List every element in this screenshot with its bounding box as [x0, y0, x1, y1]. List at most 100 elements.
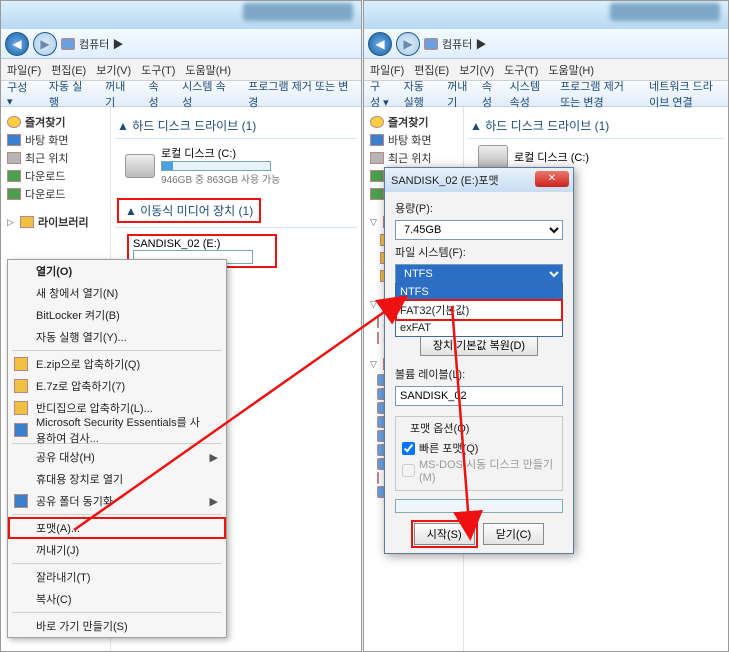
- nav-back-button[interactable]: ◀: [5, 32, 29, 56]
- ctx-open[interactable]: 열기(O): [8, 260, 226, 282]
- library-icon: [20, 216, 34, 228]
- local-disk[interactable]: 로컬 디스크 (C:): [478, 145, 724, 169]
- content-area: ▲ 하드 디스크 드라이브 (1) 로컬 디스크 (C:) SANDISK_02…: [464, 107, 728, 651]
- tool-netdrive[interactable]: 네트워크 드라이브 연결: [649, 78, 722, 110]
- tool-organize[interactable]: 구성 ▾: [7, 79, 35, 108]
- local-disk[interactable]: 로컬 디스크 (C:) 946GB 중 863GB 사용 가능: [125, 145, 357, 186]
- tool-eject[interactable]: 꺼내기: [105, 78, 134, 110]
- right-window: ◀ ▶ 컴퓨터 ▶ 파일(F) 편집(E) 보기(V) 도구(T) 도움말(H)…: [363, 0, 729, 652]
- menu-help[interactable]: 도움말(H): [548, 62, 594, 78]
- tool-sysprop[interactable]: 시스템 속성: [182, 78, 234, 110]
- tool-organize[interactable]: 구성 ▾: [370, 78, 390, 110]
- toolbar: 구성 ▾ 자동 실행 꺼내기 속성 시스템 속성 프로그램 제거 또는 변경 네…: [364, 81, 728, 107]
- tool-sysprop[interactable]: 시스템 속성: [510, 78, 546, 110]
- sync-icon: [14, 494, 28, 508]
- download-icon: [370, 170, 384, 182]
- ctx-bitlocker[interactable]: BitLocker 켜기(B): [8, 304, 226, 326]
- volume-label: 볼륨 레이블(L):: [464, 366, 563, 382]
- ctx-sync[interactable]: 공유 폴더 동기화▶: [8, 490, 226, 512]
- breadcrumb[interactable]: 컴퓨터 ▶: [79, 36, 357, 52]
- sidebar-libraries[interactable]: ▷라이브러리: [5, 213, 106, 231]
- breadcrumb[interactable]: 컴퓨터 ▶: [442, 36, 724, 52]
- tool-autorun[interactable]: 자동 실행: [404, 78, 434, 110]
- explorer-body: 즐겨찾기 바탕 화면 최근 위치 다운로드 다운로드 ▽라이브러리 문서 비디오…: [364, 107, 728, 651]
- ctx-share[interactable]: 공유 대상(H)▶: [8, 446, 226, 468]
- volume-input[interactable]: [464, 386, 563, 406]
- sidebar-downloads-2[interactable]: 다운로드: [5, 185, 106, 203]
- computer-icon: [424, 38, 438, 50]
- tool-properties[interactable]: 속성: [149, 78, 169, 110]
- capacity-select[interactable]: 7.45GB: [464, 220, 563, 240]
- ctx-open-new[interactable]: 새 창에서 열기(N): [8, 282, 226, 304]
- ctx-sep: [12, 350, 222, 351]
- ctx-ezip[interactable]: E.zip으로 압축하기(Q): [8, 353, 226, 375]
- menu-tools[interactable]: 도구(T): [504, 62, 538, 78]
- archive-icon: [14, 379, 28, 393]
- filesystem-select[interactable]: NTFS: [464, 264, 563, 284]
- quick-format-label: 빠른 포맷(Q): [464, 440, 478, 456]
- shield-icon: [14, 423, 28, 437]
- close-button[interactable]: ✕: [535, 171, 569, 187]
- restore-defaults-button[interactable]: 장치 기본값 복원(D): [464, 334, 538, 356]
- local-disk-label: 로컬 디스크 (C:): [161, 145, 280, 161]
- tool-eject[interactable]: 꺼내기: [447, 78, 468, 110]
- tool-uninstall[interactable]: 프로그램 제거 또는 변경: [560, 78, 635, 110]
- sidebar-recent[interactable]: 최근 위치: [368, 149, 459, 167]
- chevron-right-icon: ▶: [210, 451, 218, 464]
- menu-view[interactable]: 보기(V): [459, 62, 494, 78]
- pc-icon: [377, 472, 379, 484]
- tool-autorun[interactable]: 자동 실행: [49, 78, 91, 110]
- nav-back-button[interactable]: ◀: [368, 32, 392, 56]
- menu-edit[interactable]: 편집(E): [414, 62, 449, 78]
- sidebar-recent[interactable]: 최근 위치: [5, 149, 106, 167]
- ctx-format[interactable]: 포맷(A)...: [8, 517, 226, 539]
- hdd-header[interactable]: ▲ 하드 디스크 드라이브 (1): [468, 113, 724, 139]
- menu-file[interactable]: 파일(F): [370, 62, 404, 78]
- nav-forward-button[interactable]: ▶: [396, 32, 420, 56]
- menu-file[interactable]: 파일(F): [7, 62, 41, 78]
- sidebar-desktop[interactable]: 바탕 화면: [5, 131, 106, 149]
- progress-bar: [464, 499, 563, 513]
- nav-row: ◀ ▶ 컴퓨터 ▶: [364, 29, 728, 59]
- dialog-titlebar[interactable]: SANDISK_02 (E:)포맷 ✕: [464, 168, 573, 192]
- sidebar-favorites[interactable]: 즐겨찾기: [5, 113, 106, 131]
- sidebar-downloads[interactable]: 다운로드: [5, 167, 106, 185]
- start-button[interactable]: 시작(S): [464, 523, 475, 545]
- menu-edit[interactable]: 편집(E): [51, 62, 86, 78]
- ctx-copy[interactable]: 복사(C): [8, 588, 226, 610]
- ctx-portable[interactable]: 휴대용 장치로 열기: [8, 468, 226, 490]
- ctx-shortcut[interactable]: 바로 가기 만들기(S): [8, 615, 226, 637]
- archive-icon: [14, 357, 28, 371]
- nav-row: ◀ ▶ 컴퓨터 ▶: [1, 29, 361, 59]
- ctx-sep: [12, 514, 222, 515]
- menu-tools[interactable]: 도구(T): [141, 62, 175, 78]
- menu-view[interactable]: 보기(V): [96, 62, 131, 78]
- menu-help[interactable]: 도움말(H): [185, 62, 231, 78]
- usb-icon: [377, 332, 379, 344]
- format-dialog: SANDISK_02 (E:)포맷 ✕ 용량(P): 7.45GB 파일 시스템…: [464, 167, 574, 554]
- fs-option-exfat[interactable]: exFAT: [464, 320, 562, 336]
- tool-uninstall[interactable]: 프로그램 제거 또는 변경: [248, 78, 355, 110]
- close-dialog-button[interactable]: 닫기(C): [483, 523, 545, 545]
- removable-name: SANDISK_02 (E:): [133, 238, 271, 250]
- hdd-icon: [125, 154, 155, 178]
- desktop-icon: [7, 134, 21, 146]
- removable-header[interactable]: ▲ 이동식 미디어 장치 (1): [115, 194, 357, 228]
- ctx-mse[interactable]: Microsoft Security Essentials를 사용하여 검사..…: [8, 419, 226, 441]
- tool-properties[interactable]: 속성: [482, 78, 496, 110]
- ctx-autoplay[interactable]: 자동 실행 열기(Y)...: [8, 326, 226, 348]
- fs-option-fat32[interactable]: FAT32(기본값): [464, 300, 562, 320]
- msdos-label: MS-DOS 시동 디스크 만들기(M): [464, 456, 556, 484]
- hdd-header[interactable]: ▲ 하드 디스크 드라이브 (1): [115, 113, 357, 139]
- sidebar-desktop[interactable]: 바탕 화면: [368, 131, 459, 149]
- sidebar-favorites[interactable]: 즐겨찾기: [368, 113, 459, 131]
- ctx-eject[interactable]: 꺼내기(J): [8, 539, 226, 561]
- space-bar: [161, 161, 271, 171]
- ctx-cut[interactable]: 잘라내기(T): [8, 566, 226, 588]
- nav-forward-button[interactable]: ▶: [33, 32, 57, 56]
- fs-option-ntfs[interactable]: NTFS: [464, 284, 562, 300]
- ctx-e7z[interactable]: E.7z로 압축하기(7): [8, 375, 226, 397]
- computer-icon: [61, 38, 75, 50]
- left-window: ◀ ▶ 컴퓨터 ▶ 파일(F) 편집(E) 보기(V) 도구(T) 도움말(H)…: [0, 0, 362, 652]
- ctx-sep: [12, 612, 222, 613]
